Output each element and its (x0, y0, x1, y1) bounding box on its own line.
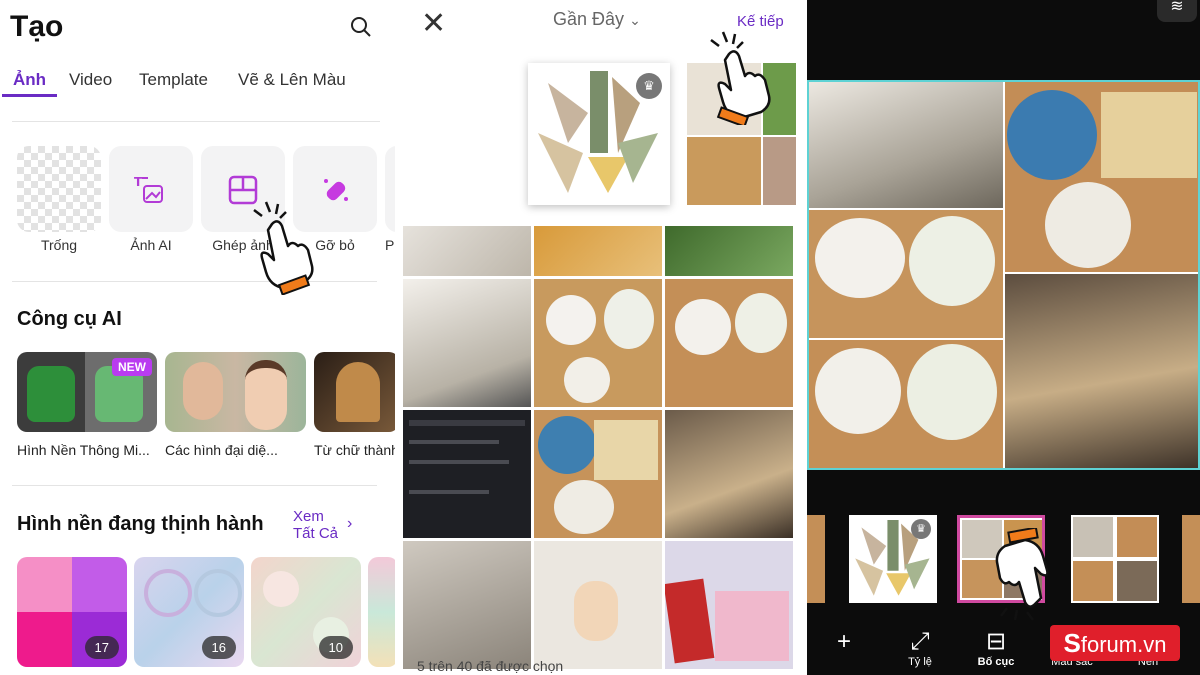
page-title: Tạo (10, 10, 64, 43)
plus-icon: + (836, 628, 851, 655)
create-panel: Tạo Ảnh Video Template Vẽ & Lên Màu T Tr… (0, 0, 395, 675)
photo-thumb[interactable] (534, 541, 662, 669)
photo-thumb[interactable] (403, 410, 531, 538)
tab-template[interactable]: Template (139, 70, 208, 90)
selection-count: 5 trên 40 đã được chọn (417, 658, 564, 674)
collage-canvas[interactable] (807, 80, 1200, 470)
see-all-link[interactable]: Xem Tất Cả (293, 508, 338, 542)
tab-bar: Ảnh Video Template Vẽ & Lên Màu (0, 70, 395, 94)
ai-image-icon: T (134, 175, 163, 203)
card-caption: Hình Nền Thông Mi... (17, 442, 150, 458)
eraser-icon (324, 179, 348, 201)
next-button[interactable]: Kế tiếp (737, 13, 784, 30)
tool-label-blank: Trống (40, 237, 78, 253)
photo-thumb[interactable] (534, 226, 662, 276)
portrait-drawing (245, 360, 287, 430)
chevron-right-icon[interactable]: › (347, 515, 352, 533)
card-caption: Từ chữ thành (314, 442, 395, 458)
more-tool[interactable] (385, 146, 395, 232)
watermark-logo: Sforum.vn (1050, 625, 1180, 661)
item-count: 16 (201, 636, 236, 659)
item-count: 17 (84, 636, 119, 659)
photo-grid (403, 226, 796, 675)
tab-video[interactable]: Video (69, 70, 112, 90)
trending-wallpaper[interactable]: 17 (17, 557, 127, 667)
photo-picker-panel: ✕ Gần Đây ⌄ Kế tiếp ♛ 5 trên 40 đã được … (403, 0, 796, 675)
photo-thumb[interactable] (403, 279, 531, 407)
ai-tools-heading: Công cụ AI (17, 308, 122, 330)
layers-icon[interactable]: ≋ (1157, 0, 1197, 22)
divider (12, 281, 377, 282)
photo-thumb[interactable] (403, 541, 531, 669)
tab-draw-color[interactable]: Vẽ & Lên Màu (238, 70, 346, 90)
tap-hand-icon (995, 528, 1049, 621)
ai-card-avatar[interactable] (165, 352, 306, 432)
tab-photo[interactable]: Ảnh (13, 70, 46, 90)
item-count: 10 (318, 636, 353, 659)
crown-icon: ♛ (636, 73, 662, 99)
photo-thumb[interactable] (534, 279, 662, 407)
tool-label-ai-image: Ảnh AI (130, 237, 172, 253)
search-icon[interactable] (348, 14, 374, 40)
album-selector[interactable]: Gần Đây ⌄ (553, 9, 641, 30)
trending-wallpaper[interactable]: 16 (134, 557, 244, 667)
trending-wallpaper[interactable] (368, 557, 395, 667)
close-icon[interactable]: ✕ (421, 6, 446, 41)
collage-editor-panel: ≋ ♛ + ⤢ Tỷ lệ ⊟ Bố cục Màu sắc Nền Sforu… (807, 0, 1200, 675)
layout-option-star[interactable]: ♛ (849, 515, 937, 603)
aspect-ratio-button[interactable]: ⤢ Tỷ lệ (890, 628, 950, 668)
trending-wallpaper[interactable]: 10 (251, 557, 361, 667)
divider (12, 121, 380, 122)
artwork-image (336, 362, 380, 422)
active-tab-indicator (2, 94, 57, 97)
photo-thumb[interactable] (665, 541, 793, 669)
photo-thumb[interactable] (665, 279, 793, 407)
new-badge: NEW (112, 358, 152, 376)
add-button[interactable]: + (814, 628, 874, 656)
ai-card-text-to-image[interactable] (314, 352, 395, 432)
crown-icon: ♛ (911, 519, 931, 539)
layout-button[interactable]: ⊟ Bố cục (966, 628, 1026, 668)
layout-option[interactable] (1071, 515, 1159, 603)
blank-canvas-tool[interactable] (17, 146, 101, 232)
photo-thumb[interactable] (665, 410, 793, 538)
photo-thumb[interactable] (534, 410, 662, 538)
photo-thumb[interactable] (403, 226, 531, 276)
bag-image (27, 366, 75, 422)
layout-option[interactable] (1182, 515, 1200, 603)
layout-option[interactable] (807, 515, 825, 603)
tool-label-more: P (385, 237, 395, 253)
layout-icon: ⊟ (985, 628, 1007, 655)
divider (12, 485, 377, 486)
svg-text:T: T (134, 175, 143, 189)
tap-hand-icon (253, 201, 314, 295)
layout-option-star[interactable]: ♛ (528, 63, 670, 205)
aspect-ratio-icon: ⤢ (910, 628, 930, 655)
chevron-down-icon: ⌄ (629, 12, 641, 28)
tap-hand-icon (710, 31, 771, 125)
ai-image-tool[interactable]: T (109, 146, 193, 232)
portrait-photo (183, 362, 223, 420)
card-caption: Các hình đại diệ... (165, 442, 278, 458)
trending-heading: Hình nền đang thịnh hành (17, 513, 264, 535)
photo-thumb[interactable] (665, 226, 793, 276)
